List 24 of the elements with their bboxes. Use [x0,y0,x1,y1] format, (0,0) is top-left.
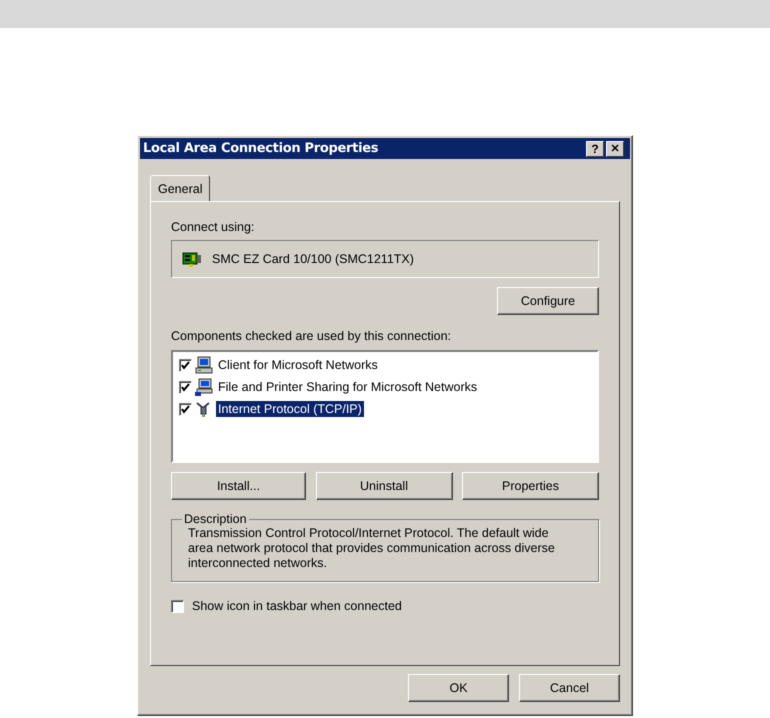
window-title: Local Area Connection Properties [143,141,378,156]
list-item[interactable]: Internet Protocol (TCP/IP) [216,401,364,417]
component-action-button[interactable]: Properties [462,472,599,500]
dialog-button[interactable]: Cancel [519,674,620,702]
adapter-name: SMC EZ Card 10/100 (SMC1211TX) [212,252,414,266]
network-card-icon [182,251,202,267]
configure-button[interactable]: Configure [497,287,599,315]
dialog-button[interactable]: OK [408,674,509,702]
list-item[interactable]: File and Printer Sharing for Microsoft Networks [216,379,480,395]
computer-icon [195,356,213,374]
connect-using-label: Connect using: [171,220,256,234]
checkbox[interactable] [179,380,192,394]
component-action-button[interactable]: Uninstall [316,472,452,500]
checkbox-label: Show icon in taskbar when connected [192,599,402,613]
components-label: Components checked are used by this connection: [171,329,452,343]
close-button[interactable]: ✕ [606,140,624,156]
tab[interactable]: General [150,175,210,201]
checkbox[interactable] [171,600,184,612]
list-item[interactable]: Client for Microsoft Networks [216,357,380,373]
group-title: Description [183,512,248,526]
description-text: Transmission Control Protocol/Internet Protocol. The default wide area network protocol that provides communication across diverse interconnected networks. [188,526,556,571]
help-button[interactable]: ? [586,140,604,156]
component-action-button[interactable]: Install... [171,472,306,500]
computer-icon [195,378,213,396]
